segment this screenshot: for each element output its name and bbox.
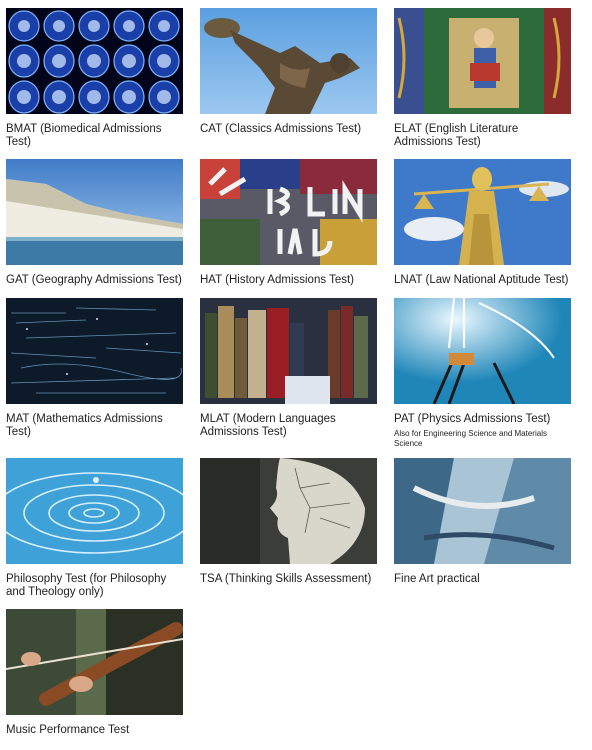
test-title[interactable]: HAT (History Admissions Test) bbox=[200, 274, 377, 287]
test-title[interactable]: BMAT (Biomedical Admissions Test) bbox=[6, 123, 183, 149]
test-card-mat: MAT (Mathematics Admissions Test) bbox=[6, 298, 183, 439]
test-card-music: Music Performance Test bbox=[6, 609, 183, 737]
light-bulb-filament-image[interactable] bbox=[394, 298, 571, 404]
test-title[interactable]: MLAT (Modern Languages Admissions Test) bbox=[200, 413, 377, 439]
test-title[interactable]: Fine Art practical bbox=[394, 573, 571, 586]
test-card-tsa: TSA (Thinking Skills Assessment) bbox=[200, 458, 377, 586]
phrenology-head-image[interactable] bbox=[200, 458, 377, 564]
brain-scans-image[interactable] bbox=[6, 8, 183, 114]
test-title[interactable]: MAT (Mathematics Admissions Test) bbox=[6, 413, 183, 439]
test-title[interactable]: Music Performance Test bbox=[6, 724, 183, 737]
test-card-elat: ELAT (English Literature Admissions Test… bbox=[394, 8, 571, 149]
test-card-philosophy: Philosophy Test (for Philosophy and Theo… bbox=[6, 458, 183, 599]
test-title[interactable]: LNAT (Law National Aptitude Test) bbox=[394, 274, 571, 287]
test-card-gat: GAT (Geography Admissions Test) bbox=[6, 159, 183, 287]
test-card-hat: HAT (History Admissions Test) bbox=[200, 159, 377, 287]
abstract-painting-image[interactable] bbox=[394, 458, 571, 564]
test-title[interactable]: CAT (Classics Admissions Test) bbox=[200, 123, 377, 136]
lady-justice-statue-image[interactable] bbox=[394, 159, 571, 265]
water-ripple-image[interactable] bbox=[6, 458, 183, 564]
test-card-cat: CAT (Classics Admissions Test) bbox=[200, 8, 377, 136]
test-card-lnat: LNAT (Law National Aptitude Test) bbox=[394, 159, 571, 287]
test-card-fine-art: Fine Art practical bbox=[394, 458, 571, 586]
test-title[interactable]: Philosophy Test (for Philosophy and Theo… bbox=[6, 573, 183, 599]
discus-thrower-statue-image[interactable] bbox=[200, 8, 377, 114]
test-note: Also for Engineering Science and Materia… bbox=[394, 429, 547, 448]
test-card-bmat: BMAT (Biomedical Admissions Test) bbox=[6, 8, 183, 149]
test-card-pat: PAT (Physics Admissions Test) Also for E… bbox=[394, 298, 571, 449]
white-cliffs-image[interactable] bbox=[6, 159, 183, 265]
test-title[interactable]: ELAT (English Literature Admissions Test… bbox=[394, 123, 571, 149]
bookshelf-image[interactable] bbox=[200, 298, 377, 404]
violin-player-image[interactable] bbox=[6, 609, 183, 715]
berlin-wall-graffiti-image[interactable] bbox=[200, 159, 377, 265]
test-title[interactable]: TSA (Thinking Skills Assessment) bbox=[200, 573, 377, 586]
illuminated-manuscript-image[interactable] bbox=[394, 8, 571, 114]
test-title[interactable]: GAT (Geography Admissions Test) bbox=[6, 274, 183, 287]
test-title[interactable]: PAT (Physics Admissions Test) bbox=[394, 413, 571, 426]
test-card-mlat: MLAT (Modern Languages Admissions Test) bbox=[200, 298, 377, 439]
math-formulas-image[interactable] bbox=[6, 298, 183, 404]
